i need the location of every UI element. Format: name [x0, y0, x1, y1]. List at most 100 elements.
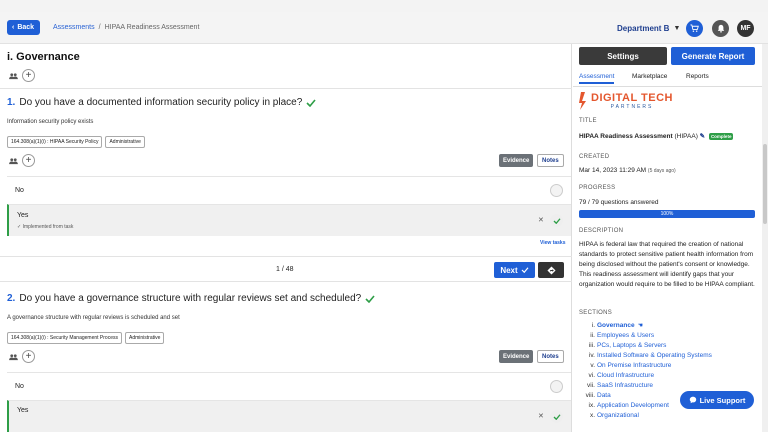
- settings-button[interactable]: Settings: [579, 47, 667, 65]
- section-label: Employees & Users: [597, 332, 655, 339]
- question-pager: 1 / 48 Next: [0, 256, 572, 282]
- tag-control: 164.308(a)(1)(i) : HIPAA Security Policy: [7, 136, 103, 148]
- answer-label: No: [15, 383, 24, 390]
- notes-button[interactable]: Notes: [537, 154, 564, 167]
- company-logo: DIGITAL TECH PARTNERS: [579, 92, 673, 110]
- answer-option-no[interactable]: No: [7, 372, 571, 400]
- assessment-sidebar: Settings Generate Report Assessment Mark…: [573, 44, 768, 432]
- answer-label: No: [15, 187, 24, 194]
- add-assignee-button[interactable]: +: [22, 350, 35, 363]
- answer-option-yes[interactable]: Yes ✓ Implemented from task ✕: [7, 204, 571, 236]
- selected-check-icon[interactable]: [550, 214, 563, 227]
- scrollbar-thumb[interactable]: [763, 144, 767, 224]
- main-content: i. Governance + 1. Do you have a documen…: [0, 44, 572, 432]
- question-2-number: 2.: [7, 293, 16, 304]
- section-item[interactable]: vi. Cloud Infrastructure: [579, 371, 759, 381]
- section-item[interactable]: i. Governance ☚: [579, 321, 759, 331]
- avatar[interactable]: MF: [737, 20, 754, 37]
- question-1-title: 1. Do you have a documented information …: [7, 97, 316, 108]
- section-label: PCs, Laptops & Servers: [597, 342, 667, 349]
- breadcrumb-separator: /: [98, 24, 101, 31]
- created-heading: CREATED: [579, 154, 610, 160]
- answer-option-no[interactable]: No: [7, 176, 571, 204]
- users-icon: [7, 155, 19, 167]
- next-button[interactable]: Next: [494, 262, 535, 278]
- question-1-number: 1.: [7, 97, 16, 108]
- assessment-abbr: (HIPAA): [674, 133, 698, 140]
- section-label: SaaS Infrastructure: [597, 382, 653, 389]
- section-item[interactable]: x. Organizational: [579, 411, 759, 421]
- chevron-left-icon: ‹: [12, 24, 15, 31]
- scrollbar[interactable]: [762, 44, 768, 432]
- implemented-note: ✓ Implemented from task: [17, 224, 74, 230]
- page-indicator: 1 / 48: [276, 266, 294, 273]
- section-item[interactable]: v. On Premise Infrastructure: [579, 361, 759, 371]
- evidence-button[interactable]: Evidence: [499, 350, 534, 363]
- back-button[interactable]: ‹ Back: [7, 20, 41, 35]
- selected-check-icon[interactable]: [550, 410, 563, 423]
- answer-option-yes[interactable]: Yes ✕: [7, 400, 571, 432]
- caret-down-icon: ▼: [673, 25, 681, 32]
- created-ago: (5 days ago): [647, 168, 676, 174]
- section-number: iii.: [588, 342, 595, 349]
- progress-bar: 100%: [579, 210, 755, 218]
- answer-label: Yes: [17, 407, 29, 414]
- next-label: Next: [500, 265, 518, 275]
- section-number: vii.: [587, 382, 595, 389]
- add-assignee-button[interactable]: +: [22, 69, 35, 82]
- section-number: x.: [589, 412, 595, 419]
- clear-answer-icon[interactable]: ✕: [538, 216, 544, 224]
- check-icon: [306, 98, 316, 107]
- section-number: iv.: [588, 352, 595, 359]
- created-value: Mar 14, 2023 11:29 AM (5 days ago): [579, 167, 676, 174]
- question-2-title: 2. Do you have a governance structure wi…: [7, 293, 375, 304]
- department-selector[interactable]: Department B ▼: [617, 24, 680, 33]
- edit-pencil-icon[interactable]: ✎: [700, 133, 705, 140]
- top-strip: [0, 0, 768, 12]
- section-item[interactable]: iii. PCs, Laptops & Servers: [579, 341, 759, 351]
- users-icon: [7, 70, 19, 82]
- created-date: Mar 14, 2023 11:29 AM: [579, 167, 647, 174]
- breadcrumb: Assessments / HIPAA Readiness Assessment: [53, 24, 199, 31]
- clear-answer-icon[interactable]: ✕: [538, 412, 544, 420]
- live-support-button[interactable]: Live Support: [680, 391, 754, 409]
- assessment-name: HIPAA Readiness Assessment: [579, 133, 673, 140]
- navigate-button[interactable]: [538, 262, 564, 278]
- question-1-tags: 164.308(a)(1)(i) : HIPAA Security Policy…: [7, 136, 145, 148]
- section-number: i.: [591, 322, 595, 329]
- description-text: HIPAA is federal law that required the c…: [579, 241, 755, 288]
- description-heading: DESCRIPTION: [579, 228, 624, 234]
- section-item[interactable]: ii. Employees & Users: [579, 331, 759, 341]
- section-label: Organizational: [597, 412, 639, 419]
- tab-reports[interactable]: Reports: [686, 73, 709, 80]
- question-1-text: Do you have a documented information sec…: [19, 97, 303, 108]
- section-item[interactable]: iv. Installed Software & Operating System…: [579, 351, 759, 361]
- section-number: vi.: [588, 372, 596, 379]
- title-value: HIPAA Readiness Assessment (HIPAA) ✎ Com…: [579, 132, 734, 140]
- add-assignee-button[interactable]: +: [22, 154, 35, 167]
- cart-button[interactable]: [686, 20, 703, 37]
- status-badge: Complete: [708, 132, 734, 140]
- section-label: Cloud Infrastructure: [597, 372, 655, 379]
- tab-assessment[interactable]: Assessment: [579, 73, 615, 84]
- sidebar-tabs: Assessment Marketplace Reports: [573, 71, 768, 87]
- pointer-hand-icon: ☚: [637, 323, 643, 329]
- radio-unselected[interactable]: [550, 380, 563, 393]
- department-label: Department B: [617, 24, 670, 33]
- breadcrumb-assessments[interactable]: Assessments: [53, 24, 95, 31]
- notes-button[interactable]: Notes: [537, 350, 564, 363]
- view-tasks-link[interactable]: View tasks: [540, 240, 565, 246]
- evidence-button[interactable]: Evidence: [499, 154, 534, 167]
- tab-marketplace[interactable]: Marketplace: [632, 73, 667, 80]
- section-number: ii.: [590, 332, 595, 339]
- users-icon: [7, 351, 19, 363]
- radio-unselected[interactable]: [550, 184, 563, 197]
- section-label: On Premise Infrastructure: [597, 362, 672, 369]
- notifications-button[interactable]: [712, 20, 729, 37]
- progress-heading: PROGRESS: [579, 185, 616, 191]
- tag-category: Administrative: [125, 332, 165, 344]
- progress-text: 79 / 79 questions answered: [579, 199, 659, 206]
- question-2-tags: 164.308(a)(1)(i) : Security Management P…: [7, 332, 165, 344]
- section-item[interactable]: vii. SaaS Infrastructure: [579, 381, 759, 391]
- generate-report-button[interactable]: Generate Report: [671, 47, 755, 65]
